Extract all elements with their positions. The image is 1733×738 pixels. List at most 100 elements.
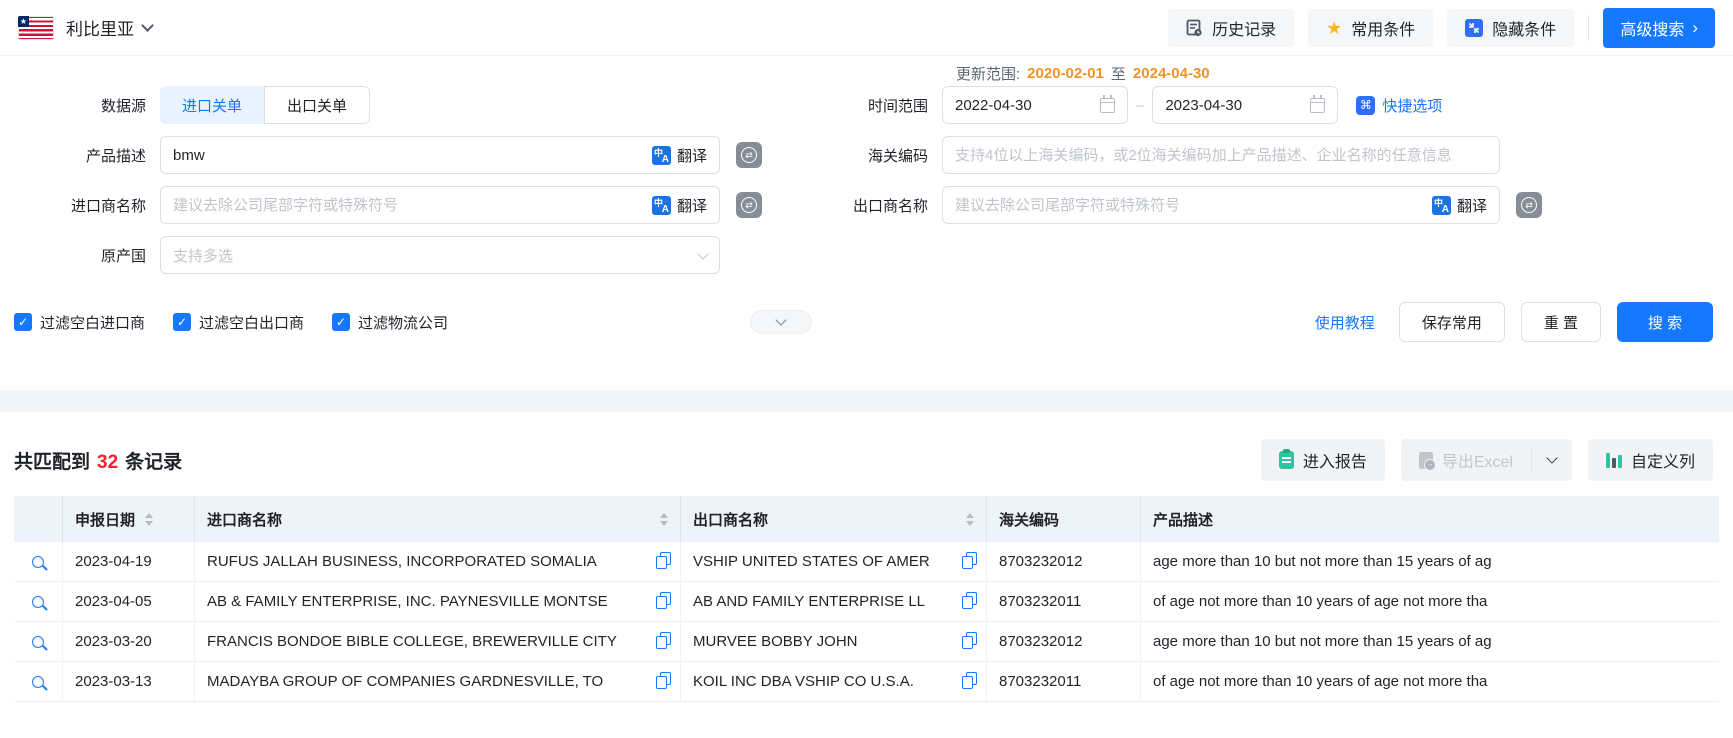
sort-icon[interactable] (966, 513, 974, 526)
table-body: 2023-04-19 RUFUS JALLAH BUSINESS, INCORP… (14, 542, 1719, 702)
copy-icon[interactable] (657, 675, 668, 688)
copy-icon[interactable] (963, 675, 974, 688)
importer-translate-button[interactable]: 中A 翻译 (644, 195, 707, 216)
table-row[interactable]: 2023-04-05 AB & FAMILY ENTERPRISE, INC. … (14, 582, 1719, 622)
country-selector[interactable]: ★ 利比里亚 (18, 15, 152, 40)
customize-columns-button[interactable]: 自定义列 (1588, 439, 1713, 481)
row-date-cell: 2023-03-13 (62, 662, 194, 701)
swap-circle-icon: ⇄ (741, 197, 757, 213)
exporter-input[interactable] (955, 197, 1424, 214)
copy-icon[interactable] (963, 555, 974, 568)
start-date-input[interactable]: 2022-04-30 (942, 86, 1128, 124)
row-desc-cell: age more than 10 but not more than 15 ye… (1140, 542, 1719, 581)
results-actions: 进入报告 导出Excel 自定义列 (1261, 439, 1713, 481)
row-desc: age more than 10 but not more than 15 ye… (1153, 553, 1492, 570)
copy-icon[interactable] (657, 635, 668, 648)
importer-column-header[interactable]: 进口商名称 (194, 496, 680, 542)
hide-conditions-button[interactable]: 隐藏条件 (1447, 9, 1574, 47)
columns-icon (1606, 453, 1622, 468)
topbar: ★ 利比里亚 历史记录 ★ 常用条件 隐藏条件 高级搜索 › (0, 0, 1733, 56)
topbar-divider (1588, 15, 1589, 41)
count-prefix: 共匹配到 (14, 447, 90, 474)
search-button[interactable]: 搜 索 (1617, 302, 1713, 342)
tab-export-declarations[interactable]: 出口关单 (264, 86, 370, 124)
magnifier-icon[interactable] (32, 596, 44, 608)
export-excel-button[interactable]: 导出Excel (1401, 439, 1531, 481)
magnifier-icon[interactable] (32, 636, 44, 648)
history-icon (1186, 19, 1203, 37)
quick-options-link[interactable]: ⌘ 快捷选项 (1356, 95, 1442, 116)
sort-icon[interactable] (660, 513, 668, 526)
copy-icon[interactable] (657, 555, 668, 568)
reset-button[interactable]: 重 置 (1521, 302, 1601, 342)
exporter-label: 出口商名称 (772, 195, 942, 216)
sort-icon[interactable] (145, 513, 153, 526)
origin-country-placeholder: 支持多选 (173, 245, 233, 266)
row-exporter-text: AB AND FAMILY ENTERPRISE LL (693, 593, 925, 610)
hs-code-input[interactable] (955, 147, 1487, 164)
row-date: 2023-03-20 (75, 633, 152, 650)
enter-report-button[interactable]: 进入报告 (1261, 439, 1385, 481)
calendar-icon (1310, 98, 1325, 113)
row-importer-cell: RUFUS JALLAH BUSINESS, INCORPORATED SOMA… (194, 542, 680, 581)
table-row[interactable]: 2023-04-19 RUFUS JALLAH BUSINESS, INCORP… (14, 542, 1719, 582)
copy-icon[interactable] (963, 635, 974, 648)
hide-conditions-label: 隐藏条件 (1492, 16, 1556, 40)
row-desc: of age not more than 10 years of age not… (1153, 673, 1487, 690)
exporter-translate-button[interactable]: 中A 翻译 (1424, 195, 1487, 216)
table-row[interactable]: 2023-03-20 FRANCIS BONDOE BIBLE COLLEGE,… (14, 622, 1719, 662)
table-row[interactable]: 2023-03-13 MADAYBA GROUP OF COMPANIES GA… (14, 662, 1719, 702)
tab-import-declarations[interactable]: 进口关单 (160, 86, 264, 124)
history-label: 历史记录 (1212, 16, 1276, 40)
translate-icon: 中A (652, 196, 671, 215)
product-match-mode-toggle[interactable]: ⇄ (736, 142, 762, 168)
row-importer-text: MADAYBA GROUP OF COMPANIES GARDNESVILLE,… (207, 673, 603, 690)
advanced-search-button[interactable]: 高级搜索 › (1603, 8, 1715, 48)
row-exporter-text: MURVEE BOBBY JOHN (693, 633, 858, 650)
copy-icon[interactable] (657, 595, 668, 608)
magnifier-icon[interactable] (32, 556, 44, 568)
collapse-form-button[interactable] (750, 310, 812, 334)
end-date-input[interactable]: 2023-04-30 (1152, 86, 1338, 124)
filter-checkboxes: ✓ 过滤空白进口商 ✓ 过滤空白出口商 ✓ 过滤物流公司 (14, 312, 448, 333)
count-suffix: 条记录 (125, 447, 182, 474)
row-hs-code: 8703232012 (999, 633, 1082, 650)
exporter-match-mode-toggle[interactable]: ⇄ (1516, 192, 1542, 218)
export-excel-label: 导出Excel (1442, 448, 1513, 472)
checkbox-checked-icon: ✓ (173, 313, 191, 331)
date-column-header[interactable]: 申报日期 (62, 496, 194, 542)
importer-input[interactable] (173, 197, 644, 214)
tutorial-link[interactable]: 使用教程 (1315, 312, 1375, 333)
history-button[interactable]: 历史记录 (1168, 9, 1294, 47)
product-desc-input[interactable] (173, 147, 644, 164)
filter-blank-exporter-checkbox[interactable]: ✓ 过滤空白出口商 (173, 312, 304, 333)
filter-blank-importer-checkbox[interactable]: ✓ 过滤空白进口商 (14, 312, 145, 333)
row-expand-cell (14, 662, 62, 701)
origin-country-select[interactable]: 支持多选 (160, 236, 720, 274)
translate-icon: 中A (1432, 196, 1451, 215)
checkbox-checked-icon: ✓ (332, 313, 350, 331)
product-translate-button[interactable]: 中A 翻译 (644, 145, 707, 166)
update-range: 更新范围: 2020-02-01 至 2024-04-30 (956, 62, 1733, 84)
magnifier-icon[interactable] (32, 676, 44, 688)
importer-match-mode-toggle[interactable]: ⇄ (736, 192, 762, 218)
save-favorite-button[interactable]: 保存常用 (1399, 302, 1505, 342)
importer-input-wrap: 中A 翻译 (160, 186, 720, 224)
export-dropdown-button[interactable] (1532, 439, 1572, 481)
results-count: 共匹配到 32 条记录 (14, 447, 182, 474)
filter-blank-importer-label: 过滤空白进口商 (40, 312, 145, 333)
date-header-label: 申报日期 (75, 509, 135, 530)
row-date: 2023-03-13 (75, 673, 152, 690)
hs-code-input-wrap (942, 136, 1500, 174)
filter-logistics-checkbox[interactable]: ✓ 过滤物流公司 (332, 312, 448, 333)
exporter-column-header[interactable]: 出口商名称 (680, 496, 986, 542)
results-header: 共匹配到 32 条记录 进入报告 导出Excel 自定义列 (14, 438, 1713, 482)
section-divider (0, 390, 1733, 412)
favorites-button[interactable]: ★ 常用条件 (1308, 9, 1433, 47)
swap-circle-icon: ⇄ (1521, 197, 1537, 213)
row-importer-cell: FRANCIS BONDOE BIBLE COLLEGE, BREWERVILL… (194, 622, 680, 661)
data-source-label: 数据源 (0, 95, 160, 116)
copy-icon[interactable] (963, 595, 974, 608)
chevron-down-icon (697, 248, 708, 259)
row-date-cell: 2023-04-19 (62, 542, 194, 581)
